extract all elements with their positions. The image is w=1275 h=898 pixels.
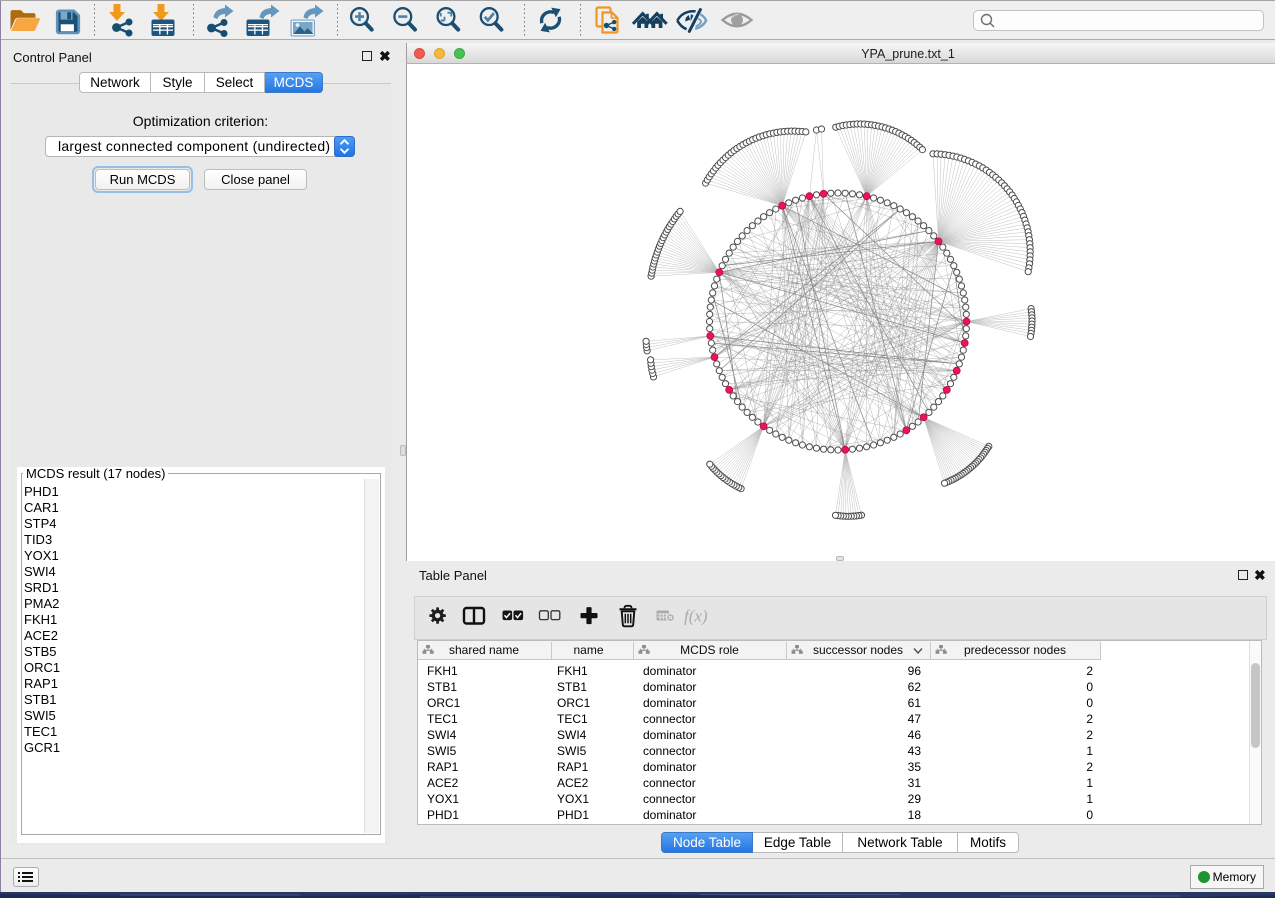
svg-text:f(x): f(x): [684, 607, 708, 626]
